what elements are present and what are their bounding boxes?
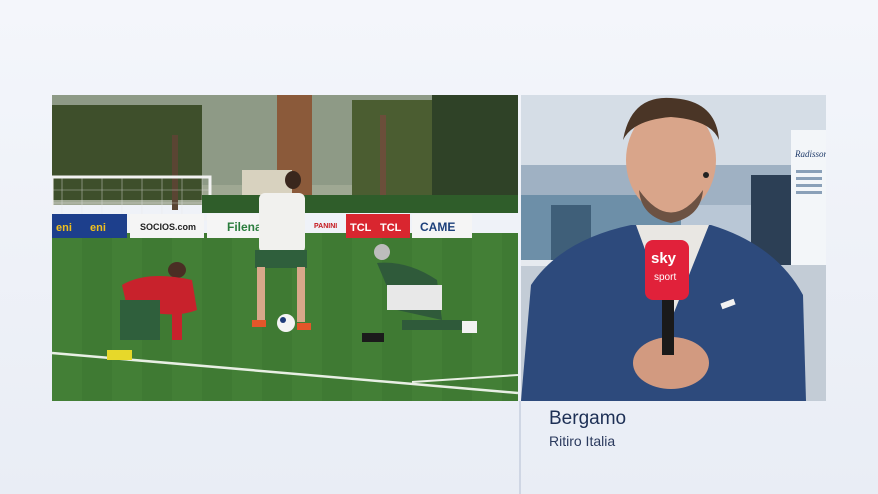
mic-sub: sport — [654, 272, 676, 283]
training-scene: eni eni SOCIOS.com Filena PANINI TCL TCL… — [52, 95, 518, 401]
reporter-video-feed: Radisson sky sport — [521, 95, 826, 401]
reporter-scene: Radisson sky sport — [521, 95, 826, 401]
ad-board-tcl-1: TCL — [350, 222, 372, 234]
training-video-feed: eni eni SOCIOS.com Filena PANINI TCL TCL… — [52, 95, 518, 401]
ad-board-socios: SOCIOS.com — [140, 222, 196, 232]
location-subtitle: Ritiro Italia — [549, 433, 616, 449]
ad-board-eni-2: eni — [90, 222, 106, 234]
hotel-sign-text: Radisson — [794, 149, 826, 159]
ad-board-panini: PANINI — [314, 223, 337, 230]
location-caption: Bergamo Ritiro Italia — [549, 408, 626, 449]
panel-divider — [519, 401, 521, 494]
ad-board-came: CAME — [420, 220, 455, 234]
ad-board-eni-1: eni — [56, 222, 72, 234]
ad-board-tcl-2: TCL — [380, 222, 402, 234]
location-title: Bergamo — [549, 408, 627, 429]
mic-brand: sky — [651, 250, 677, 267]
ad-board-filena: Filena — [227, 220, 262, 234]
